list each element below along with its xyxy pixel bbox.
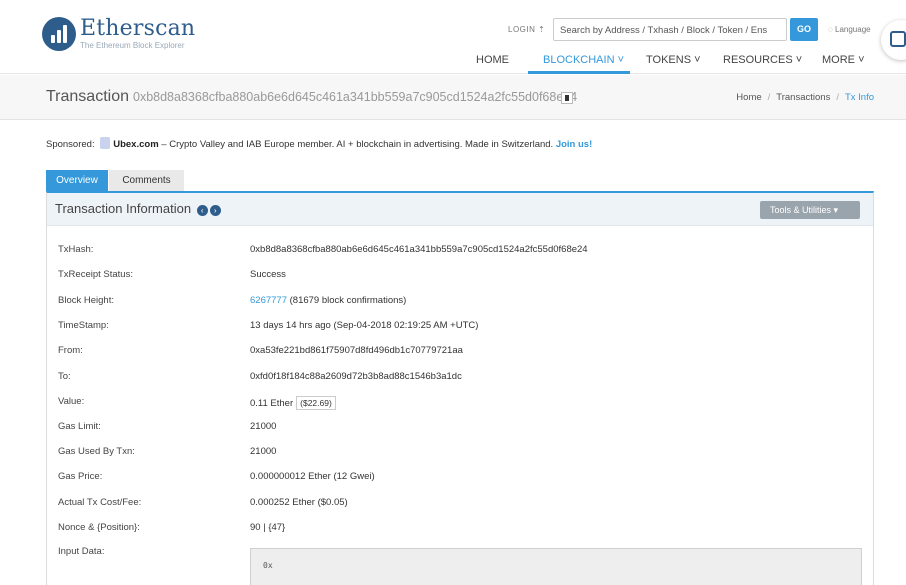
gas-price-value: 0.000000012 Ether (12 Gwei)	[250, 471, 375, 482]
panel-header: Transaction Information ‹ › Tools & Utili…	[47, 193, 873, 226]
logo-mark-icon	[42, 17, 76, 51]
timestamp-value: 13 days 14 hrs ago (Sep-04-2018 02:19:25…	[250, 320, 479, 331]
breadcrumb-home[interactable]: Home	[736, 92, 761, 103]
gas-limit-value: 21000	[250, 421, 277, 432]
sponsor-link[interactable]: Ubex.com	[113, 139, 158, 150]
nav-resources[interactable]: RESOURCES ˅	[723, 54, 802, 66]
login-icon: ⇡	[538, 25, 546, 34]
copy-icon[interactable]	[561, 92, 573, 104]
join-us-link[interactable]: Join us!	[556, 139, 592, 150]
nav-tokens[interactable]: TOKENS ˅	[646, 54, 701, 66]
next-tx-icon[interactable]: ›	[209, 205, 221, 216]
title-tx-hash: 0xb8d8a8368cfba880ab6e6d645c461a341bb559…	[133, 90, 578, 104]
tab-overview[interactable]: Overview	[46, 170, 108, 192]
nav-blockchain[interactable]: BLOCKCHAIN ˅	[543, 54, 624, 66]
nav-more[interactable]: MORE ˅	[822, 54, 865, 66]
from-address-link[interactable]: 0xa53fe221bd861f75907d8fd496db1c70779721…	[250, 345, 463, 356]
breadcrumb-transactions[interactable]: Transactions	[776, 92, 830, 103]
to-address-link[interactable]: 0xfd0f18f184c88a2609d72b3b8ad88c1546b3a1…	[250, 371, 462, 382]
tools-utilities-button[interactable]: Tools & Utilities ▾	[760, 201, 860, 219]
language-selector[interactable]: ◌ Language	[828, 25, 871, 34]
chevron-down-icon: ˅	[694, 54, 701, 66]
sponsored-banner: Sponsored: Ubex.com – Crypto Valley and …	[46, 137, 593, 150]
chevron-down-icon: ˅	[617, 54, 625, 66]
login-link[interactable]: LOGIN ⇡	[508, 25, 545, 34]
chevron-down-icon: ˅	[858, 54, 865, 66]
block-link[interactable]: 6267777	[250, 295, 287, 306]
caret-down-icon: ▾	[833, 205, 839, 215]
tab-comments[interactable]: Comments	[109, 170, 184, 192]
globe-icon: ◌	[828, 25, 833, 34]
etherscan-logo[interactable]: Etherscan The Ethereum Block Explorer	[42, 17, 195, 51]
txhash-value: 0xb8d8a8368cfba880ab6e6d645c461a341bb559…	[250, 244, 588, 255]
ubex-logo-icon	[100, 137, 111, 149]
main-nav: HOME BLOCKCHAIN ˅ TOKENS ˅ RESOURCES ˅ M…	[0, 50, 906, 74]
prev-tx-icon[interactable]: ‹	[196, 205, 208, 216]
page-title: Transaction 0xb8d8a8368cfba880ab6e6d645c4…	[46, 88, 578, 105]
transaction-panel: Transaction Information ‹ › Tools & Utili…	[46, 191, 874, 585]
value-usd-badge: ($22.69)	[296, 396, 336, 410]
breadcrumb-current: Tx Info	[844, 92, 874, 103]
active-nav-indicator	[528, 71, 630, 74]
input-data-textarea[interactable]: 0x	[250, 548, 862, 585]
nav-home[interactable]: HOME	[476, 54, 509, 66]
gas-used-value: 21000	[250, 446, 277, 457]
logo-name: Etherscan	[80, 16, 196, 41]
search-input[interactable]: Search by Address / Txhash / Block / Tok…	[553, 18, 787, 41]
page-title-bar: Transaction 0xb8d8a8368cfba880ab6e6d645c4…	[0, 75, 906, 120]
value-ether: 0.11 Ether	[250, 398, 294, 409]
site-header: Etherscan The Ethereum Block Explorer LO…	[0, 0, 906, 74]
status-value: Success	[250, 269, 286, 280]
nonce-value: 90 | {47}	[250, 522, 286, 533]
breadcrumb: Home / Transactions / Tx Info	[736, 92, 874, 103]
chevron-down-icon: ˅	[795, 54, 803, 66]
search-go-button[interactable]: GO	[790, 18, 818, 41]
logo-tagline: The Ethereum Block Explorer	[80, 41, 185, 50]
panel-title: Transaction Information ‹ ›	[55, 201, 221, 216]
tx-fee-value: 0.000252 Ether ($0.05)	[250, 497, 348, 508]
